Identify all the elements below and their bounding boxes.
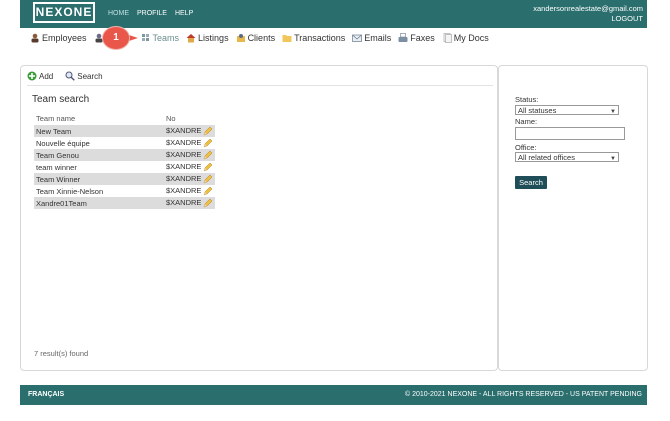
results-panel: Add Search Team search Team name No New … bbox=[20, 65, 498, 371]
account-email: xandersonrealestate@gmail.com bbox=[533, 4, 643, 13]
edit-pencil-icon[interactable] bbox=[203, 126, 213, 136]
filter-panel: Status: All statuses ▼ Name: Office: All… bbox=[498, 65, 648, 371]
add-label: Add bbox=[39, 71, 54, 81]
search-label: Search bbox=[77, 71, 103, 81]
office-select-value: All related offices bbox=[518, 153, 575, 162]
team-no-value: $XANDRE bbox=[166, 125, 202, 135]
edit-pencil-icon[interactable] bbox=[203, 198, 213, 208]
nexone-logo[interactable]: NEXONE bbox=[33, 2, 95, 23]
client-icon bbox=[236, 34, 245, 42]
house-icon bbox=[186, 34, 196, 43]
module-transactions[interactable]: Transactions bbox=[282, 33, 345, 43]
search-toggle-button[interactable]: Search bbox=[65, 70, 103, 82]
module-label: My Docs bbox=[453, 33, 489, 43]
account-area: xandersonrealestate@gmail.com LOGOUT bbox=[533, 4, 643, 24]
nav-home-link[interactable]: HOME bbox=[108, 10, 129, 17]
team-name-cell[interactable]: Team Xinnie-Nelson bbox=[34, 185, 164, 197]
module-listings[interactable]: Listings bbox=[186, 33, 229, 43]
module-teams[interactable]: Teams bbox=[141, 33, 180, 43]
search-icon bbox=[65, 71, 76, 81]
module-label: Employees bbox=[42, 33, 87, 43]
module-employees[interactable]: Employees bbox=[30, 33, 87, 43]
team-no-value: $XANDRE bbox=[166, 149, 202, 159]
folder-icon bbox=[282, 35, 292, 42]
logout-link[interactable]: LOGOUT bbox=[533, 14, 643, 24]
office-label: Office: bbox=[515, 143, 537, 152]
team-no-cell: $XANDRE bbox=[164, 137, 215, 149]
column-header-no[interactable]: No bbox=[164, 112, 215, 125]
module-clients[interactable]: Clients bbox=[236, 33, 276, 43]
footer: FRANÇAIS © 2010-2021 NEXONE - ALL RIGHTS… bbox=[20, 385, 647, 405]
module-label: Clients bbox=[247, 33, 276, 43]
edit-pencil-icon[interactable] bbox=[203, 138, 213, 148]
fax-icon bbox=[398, 33, 408, 42]
team-name-cell[interactable]: Team Winner bbox=[34, 173, 164, 185]
nav-profile-link[interactable]: PROFILE bbox=[137, 10, 167, 17]
office-select[interactable]: All related offices ▼ bbox=[515, 152, 619, 162]
module-label: Transactions bbox=[294, 33, 346, 43]
table-row[interactable]: New Team $XANDRE bbox=[34, 125, 216, 137]
module-emails[interactable]: Emails bbox=[352, 33, 391, 43]
name-input[interactable] bbox=[515, 127, 625, 140]
team-no-cell: $XANDRE bbox=[164, 149, 216, 161]
chevron-down-icon: ▼ bbox=[610, 109, 616, 115]
team-name-cell[interactable]: Team Genou bbox=[34, 149, 164, 161]
language-link[interactable]: FRANÇAIS bbox=[28, 391, 64, 398]
edit-pencil-icon[interactable] bbox=[203, 150, 213, 160]
docs-icon bbox=[443, 33, 452, 43]
team-no-value: $XANDRE bbox=[166, 197, 202, 207]
table-header-row: Team name No bbox=[34, 112, 215, 125]
module-faxes[interactable]: Faxes bbox=[398, 33, 435, 43]
nav-help-link[interactable]: HELP bbox=[175, 10, 193, 17]
table-row[interactable]: team winner $XANDRE bbox=[34, 161, 215, 173]
module-label: Listings bbox=[198, 33, 229, 43]
edit-pencil-icon[interactable] bbox=[203, 162, 213, 172]
team-no-cell: $XANDRE bbox=[164, 197, 216, 209]
team-name-cell[interactable]: New Team bbox=[34, 125, 164, 137]
table-row[interactable]: Team Genou $XANDRE bbox=[34, 149, 216, 161]
table-row[interactable]: Team Winner $XANDRE bbox=[34, 173, 216, 185]
team-no-value: $XANDRE bbox=[166, 161, 202, 171]
team-no-value: $XANDRE bbox=[166, 185, 202, 195]
status-select-value: All statuses bbox=[518, 106, 557, 115]
team-no-cell: $XANDRE bbox=[164, 125, 216, 137]
column-header-team-name[interactable]: Team name bbox=[34, 112, 164, 125]
status-label: Status: bbox=[515, 95, 539, 104]
step-callout-badge: 1 bbox=[103, 27, 129, 49]
results-toolbar: Add Search bbox=[27, 70, 493, 86]
module-label: Faxes bbox=[410, 33, 435, 43]
team-no-value: $XANDRE bbox=[166, 137, 202, 147]
edit-pencil-icon[interactable] bbox=[203, 186, 213, 196]
person-icon bbox=[31, 33, 39, 43]
add-button[interactable]: Add bbox=[27, 70, 53, 82]
team-no-value: $XANDRE bbox=[166, 173, 202, 183]
module-my-docs[interactable]: My Docs bbox=[442, 33, 489, 43]
status-select[interactable]: All statuses ▼ bbox=[515, 105, 619, 115]
module-nav: Employees Teams Listings Clients Transac… bbox=[30, 33, 496, 43]
top-header: NEXONE HOME PROFILE HELP xandersonreales… bbox=[20, 0, 647, 28]
team-name-cell[interactable]: Xandre01Team bbox=[34, 197, 164, 209]
table-row[interactable]: Xandre01Team $XANDRE bbox=[34, 197, 216, 209]
result-count: 7 result(s) found bbox=[34, 349, 89, 358]
edit-pencil-icon[interactable] bbox=[203, 174, 213, 184]
team-icon bbox=[141, 34, 149, 41]
name-label: Name: bbox=[515, 117, 538, 126]
add-icon bbox=[27, 71, 37, 81]
table-row[interactable]: Nouvelle équipe $XANDRE bbox=[34, 137, 215, 149]
page-title: Team search bbox=[32, 94, 90, 105]
team-no-cell: $XANDRE bbox=[164, 185, 215, 197]
team-no-cell: $XANDRE bbox=[164, 173, 216, 185]
search-button[interactable]: Search bbox=[515, 176, 547, 189]
team-results-table: Team name No New Team $XANDRE Nouvelle é… bbox=[34, 112, 216, 209]
module-label: Emails bbox=[364, 33, 392, 43]
table-row[interactable]: Team Xinnie-Nelson $XANDRE bbox=[34, 185, 215, 197]
copyright-text: © 2010-2021 NEXONE - ALL RIGHTS RESERVED… bbox=[404, 391, 642, 398]
team-name-cell[interactable]: Nouvelle équipe bbox=[34, 137, 164, 149]
team-no-cell: $XANDRE bbox=[164, 161, 215, 173]
team-name-cell[interactable]: team winner bbox=[34, 161, 164, 173]
module-label: Teams bbox=[152, 33, 180, 43]
top-nav: HOME PROFILE HELP bbox=[108, 10, 193, 17]
email-icon bbox=[352, 34, 363, 42]
chevron-down-icon: ▼ bbox=[610, 156, 616, 162]
